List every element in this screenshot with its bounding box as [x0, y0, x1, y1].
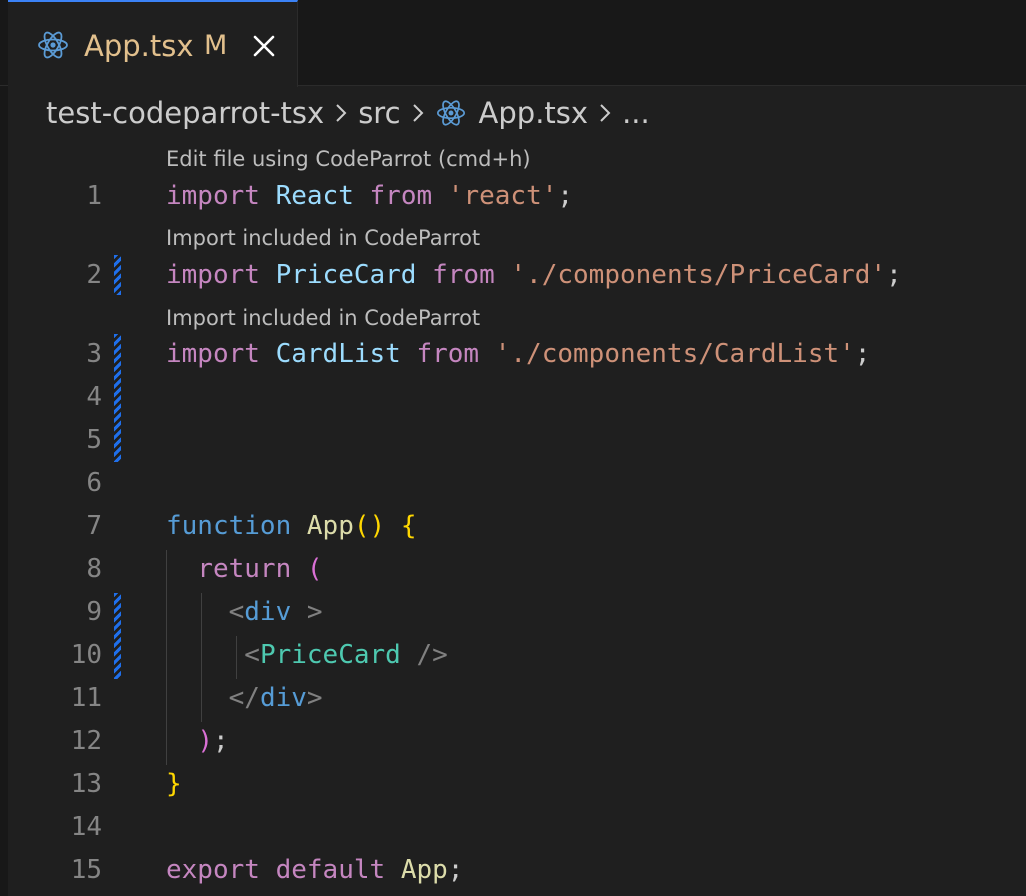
code-line-9: 9 <div > [0, 591, 1026, 634]
breadcrumb-item-src[interactable]: src [358, 96, 400, 130]
line-number: 2 [86, 260, 102, 290]
code-editor[interactable]: Edit file using CodeParrot (cmd+h) 1 imp… [0, 140, 1026, 896]
code-line-4: 4 [0, 376, 1026, 419]
code-line-13: 13 } [0, 763, 1026, 806]
line-number: 11 [70, 683, 102, 713]
code-line-2: 2 import PriceCard from './components/Pr… [0, 254, 1026, 297]
code-text: } [166, 769, 182, 799]
codelens-edit-file[interactable]: Edit file using CodeParrot (cmd+h) [166, 141, 531, 177]
react-icon [435, 97, 467, 129]
breadcrumb-item-file[interactable]: App.tsx [479, 96, 589, 130]
modified-badge: M [204, 30, 228, 61]
chevron-right-icon [598, 102, 612, 124]
line-number: 9 [86, 597, 102, 627]
tab-app-tsx[interactable]: App.tsx M [8, 0, 298, 87]
code-line-5: 5 [0, 419, 1026, 462]
line-number: 14 [70, 812, 102, 842]
code-line-6: 6 [0, 462, 1026, 505]
code-text: ); [197, 726, 229, 756]
line-number: 6 [86, 468, 102, 498]
codelens-import-included[interactable]: Import included in CodeParrot [166, 300, 480, 336]
breadcrumb-item-project[interactable]: test-codeparrot-tsx [46, 96, 324, 130]
codelens-import-included[interactable]: Import included in CodeParrot [166, 220, 480, 256]
line-number: 10 [70, 640, 102, 670]
code-line-15: 15 export default App; [0, 849, 1026, 892]
code-line-10: 10 <PriceCard /> [0, 634, 1026, 677]
code-text: export default App; [166, 855, 464, 885]
line-number: 8 [86, 554, 102, 584]
code-line-3: 3 import CardList from './components/Car… [0, 333, 1026, 376]
code-text: </div> [228, 683, 323, 713]
breadcrumb: test-codeparrot-tsx src App.tsx ... [46, 92, 650, 134]
react-icon [36, 28, 70, 66]
code-line-11: 11 </div> [0, 677, 1026, 720]
line-number: 4 [86, 382, 102, 412]
code-text: function App() { [166, 511, 417, 541]
line-number: 15 [70, 855, 102, 885]
tab-label: App.tsx [84, 29, 194, 63]
code-text: import CardList from './components/CardL… [166, 339, 871, 369]
breadcrumb-item-symbols[interactable]: ... [622, 96, 650, 130]
code-text: import React from 'react'; [166, 181, 574, 211]
chevron-right-icon [334, 102, 348, 124]
line-number: 5 [86, 425, 102, 455]
chevron-right-icon [411, 102, 425, 124]
tab-bar: App.tsx M [0, 0, 1026, 87]
code-line-1: 1 import React from 'react'; [0, 175, 1026, 218]
close-icon[interactable] [250, 32, 278, 60]
code-line-14: 14 [0, 806, 1026, 849]
line-number: 7 [86, 511, 102, 541]
code-text: import PriceCard from './components/Pric… [166, 260, 902, 290]
code-text: <div > [228, 597, 323, 627]
code-text: return ( [197, 554, 323, 584]
line-number: 1 [86, 181, 102, 211]
code-line-12: 12 ); [0, 720, 1026, 763]
code-line-7: 7 function App() { [0, 505, 1026, 548]
line-number: 13 [70, 769, 102, 799]
line-number: 3 [86, 339, 102, 369]
code-line-8: 8 return ( [0, 548, 1026, 591]
line-number: 12 [70, 726, 102, 756]
code-text: <PriceCard /> [244, 640, 448, 670]
